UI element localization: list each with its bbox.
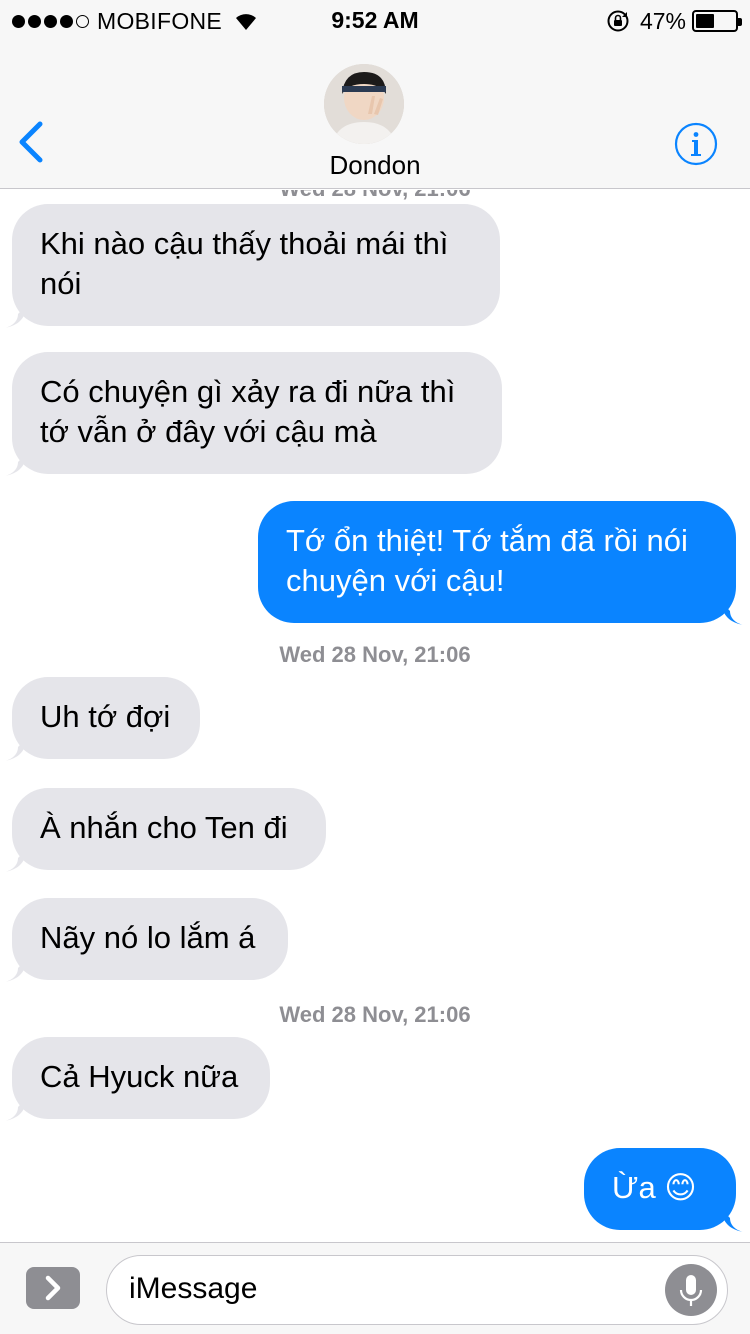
message-text: Uh tớ đợi [40, 699, 171, 734]
dictation-button[interactable] [665, 1264, 717, 1316]
message-text: Khi nào cậu thấy thoải mái thì nói [40, 226, 449, 301]
sent-message[interactable]: Ừa 😊 [584, 1148, 744, 1232]
received-message[interactable]: À nhắn cho Ten đi [4, 788, 326, 872]
bubble-tail [4, 850, 26, 872]
message-text: Tớ ổn thiệt! Tớ tắm đã rồi nói chuyện vớ… [286, 523, 688, 598]
timestamp: Wed 28 Nov, 21:06 [279, 1002, 471, 1027]
battery-icon [692, 10, 742, 32]
bubble-tail [4, 306, 26, 328]
timestamp: Wed 28 Nov, 21:06 [0, 190, 750, 202]
sent-message[interactable]: Tớ ổn thiệt! Tớ tắm đã rồi nói chuyện vớ… [258, 501, 744, 625]
avatar-photo [324, 64, 404, 144]
rotation-lock-icon [607, 10, 629, 32]
message-text: Nãy nó lo lắm á [40, 920, 256, 955]
battery-fill [696, 14, 714, 28]
message-list[interactable]: Wed 28 Nov, 21:06 Khi nào cậu thấy thoải… [0, 190, 750, 1242]
message-text: Cả Hyuck nữa [40, 1059, 239, 1094]
bubble-tail [722, 603, 744, 625]
bubble-tail [722, 1210, 744, 1232]
message-input-placeholder: iMessage [129, 1272, 258, 1305]
message-text: Có chuyện gì xảy ra đi nữa thì tớ vẫn ở … [40, 374, 456, 449]
timestamp: Wed 28 Nov, 21:06 [279, 642, 471, 667]
conversation-header: Dondon [0, 40, 750, 189]
received-message[interactable]: Khi nào cậu thấy thoải mái thì nói [4, 204, 500, 328]
status-right: 47% [606, 7, 742, 34]
message-text: À nhắn cho Ten đi [40, 810, 288, 845]
bubble-tail [4, 1099, 26, 1121]
message-text: Ừa 😊 [612, 1170, 697, 1205]
message-input[interactable]: iMessage [106, 1255, 728, 1325]
contact-name[interactable]: Dondon [0, 150, 750, 181]
received-message[interactable]: Uh tớ đợi [4, 677, 200, 761]
bubble-tail [4, 960, 26, 982]
received-message[interactable]: Cả Hyuck nữa [4, 1037, 270, 1121]
bubble-tail [4, 454, 26, 476]
microphone-icon [679, 1275, 703, 1306]
battery-percent: 47% [639, 7, 686, 34]
apps-button[interactable] [26, 1267, 80, 1309]
compose-bar: iMessage [0, 1242, 750, 1334]
avatar[interactable] [324, 64, 404, 144]
received-message[interactable]: Có chuyện gì xảy ra đi nữa thì tớ vẫn ở … [4, 352, 502, 476]
info-icon[interactable] [674, 122, 718, 166]
bubble-tail [4, 739, 26, 761]
received-message[interactable]: Nãy nó lo lắm á [4, 898, 288, 982]
chevron-right-icon [45, 1275, 61, 1301]
status-bar: MOBIFONE 9:52 AM 47% [0, 0, 750, 40]
